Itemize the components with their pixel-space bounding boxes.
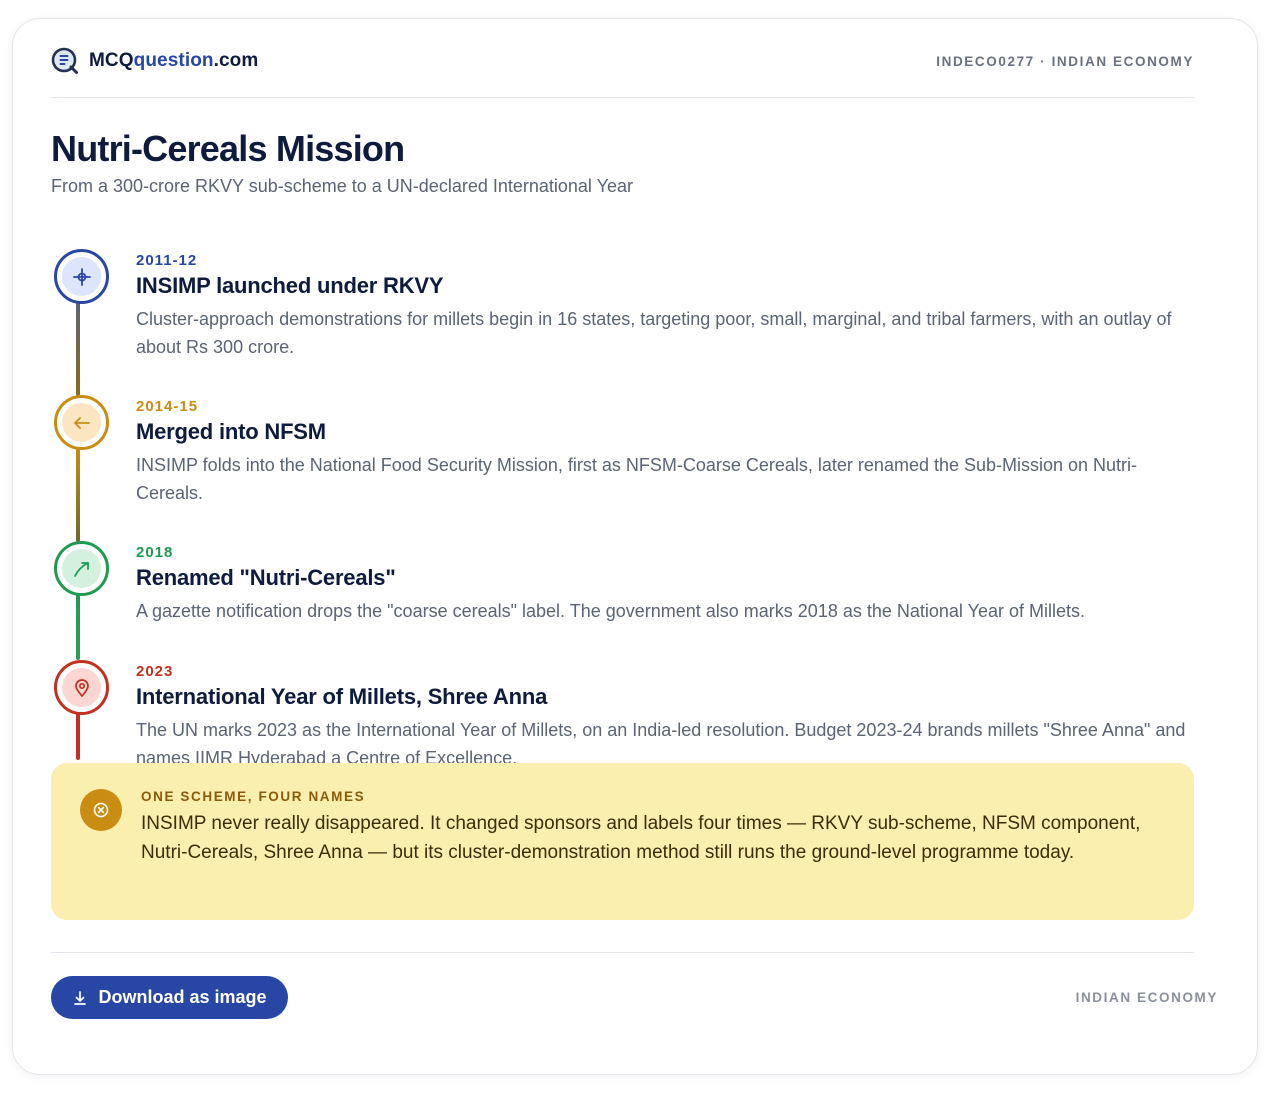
timeline-rail-3 xyxy=(76,592,80,660)
timeline-rail-4 xyxy=(76,710,80,760)
event-title: INSIMP launched under RKVY xyxy=(136,273,444,298)
x-circle-icon xyxy=(93,802,109,818)
timeline-rail-1 xyxy=(76,300,80,396)
event-date: 2011-12 xyxy=(136,252,198,269)
brand-name: MCQquestion.com xyxy=(89,50,259,71)
download-icon xyxy=(74,990,87,1005)
header: MCQquestion.com INDECO0277 · INDIAN ECON… xyxy=(51,46,1194,76)
callout-label: ONE SCHEME, FOUR NAMES xyxy=(141,789,366,804)
callout-note: ONE SCHEME, FOUR NAMES INSIMP never real… xyxy=(51,763,1194,920)
timeline-rail-2 xyxy=(76,446,80,542)
timeline-event: 2018 Renamed "Nutri-Cereals" A gazette n… xyxy=(136,544,1196,625)
callout-icon-badge xyxy=(80,789,122,831)
footer-subject-tag: INDIAN ECONOMY xyxy=(1075,990,1218,1005)
callout-text: INSIMP never really disappeared. It chan… xyxy=(141,813,1141,863)
event-title: Renamed "Nutri-Cereals" xyxy=(136,565,396,590)
brand-logo-icon xyxy=(51,47,78,74)
event-description: Cluster-approach demonstrations for mill… xyxy=(136,309,1172,357)
footer-divider xyxy=(51,952,1194,953)
event-date: 2018 xyxy=(136,544,174,561)
event-title: Merged into NFSM xyxy=(136,419,326,444)
map-pin-icon xyxy=(74,678,89,697)
timeline-event: 2023 International Year of Millets, Shre… xyxy=(136,663,1196,772)
timeline-event: 2011-12 INSIMP launched under RKVY Clust… xyxy=(136,252,1196,361)
event-description: INSIMP folds into the National Food Secu… xyxy=(136,455,1138,503)
download-button-label: Download as image xyxy=(98,987,267,1007)
question-meta: INDECO0277 · INDIAN ECONOMY xyxy=(936,53,1194,69)
arrow-left-icon xyxy=(73,416,90,429)
timeline-node xyxy=(54,541,109,596)
timeline-node xyxy=(54,660,109,715)
crosshair-icon xyxy=(72,267,91,286)
timeline-node xyxy=(54,249,109,304)
brand[interactable]: MCQquestion.com xyxy=(51,47,258,75)
event-description: A gazette notification drops the "coarse… xyxy=(136,601,1085,621)
timeline-event: 2014-15 Merged into NFSM INSIMP folds in… xyxy=(136,398,1196,507)
download-image-button[interactable]: Download as image xyxy=(51,976,288,1019)
event-date: 2023 xyxy=(136,663,174,680)
page-subtitle: From a 300-crore RKVY sub-scheme to a UN… xyxy=(51,176,633,196)
timeline-node xyxy=(54,395,109,450)
header-divider xyxy=(51,97,1194,98)
page-title: Nutri-Cereals Mission xyxy=(51,128,405,169)
event-title: International Year of Millets, Shree Ann… xyxy=(136,684,548,709)
event-date: 2014-15 xyxy=(136,398,199,415)
trending-arrow-icon xyxy=(73,561,89,577)
